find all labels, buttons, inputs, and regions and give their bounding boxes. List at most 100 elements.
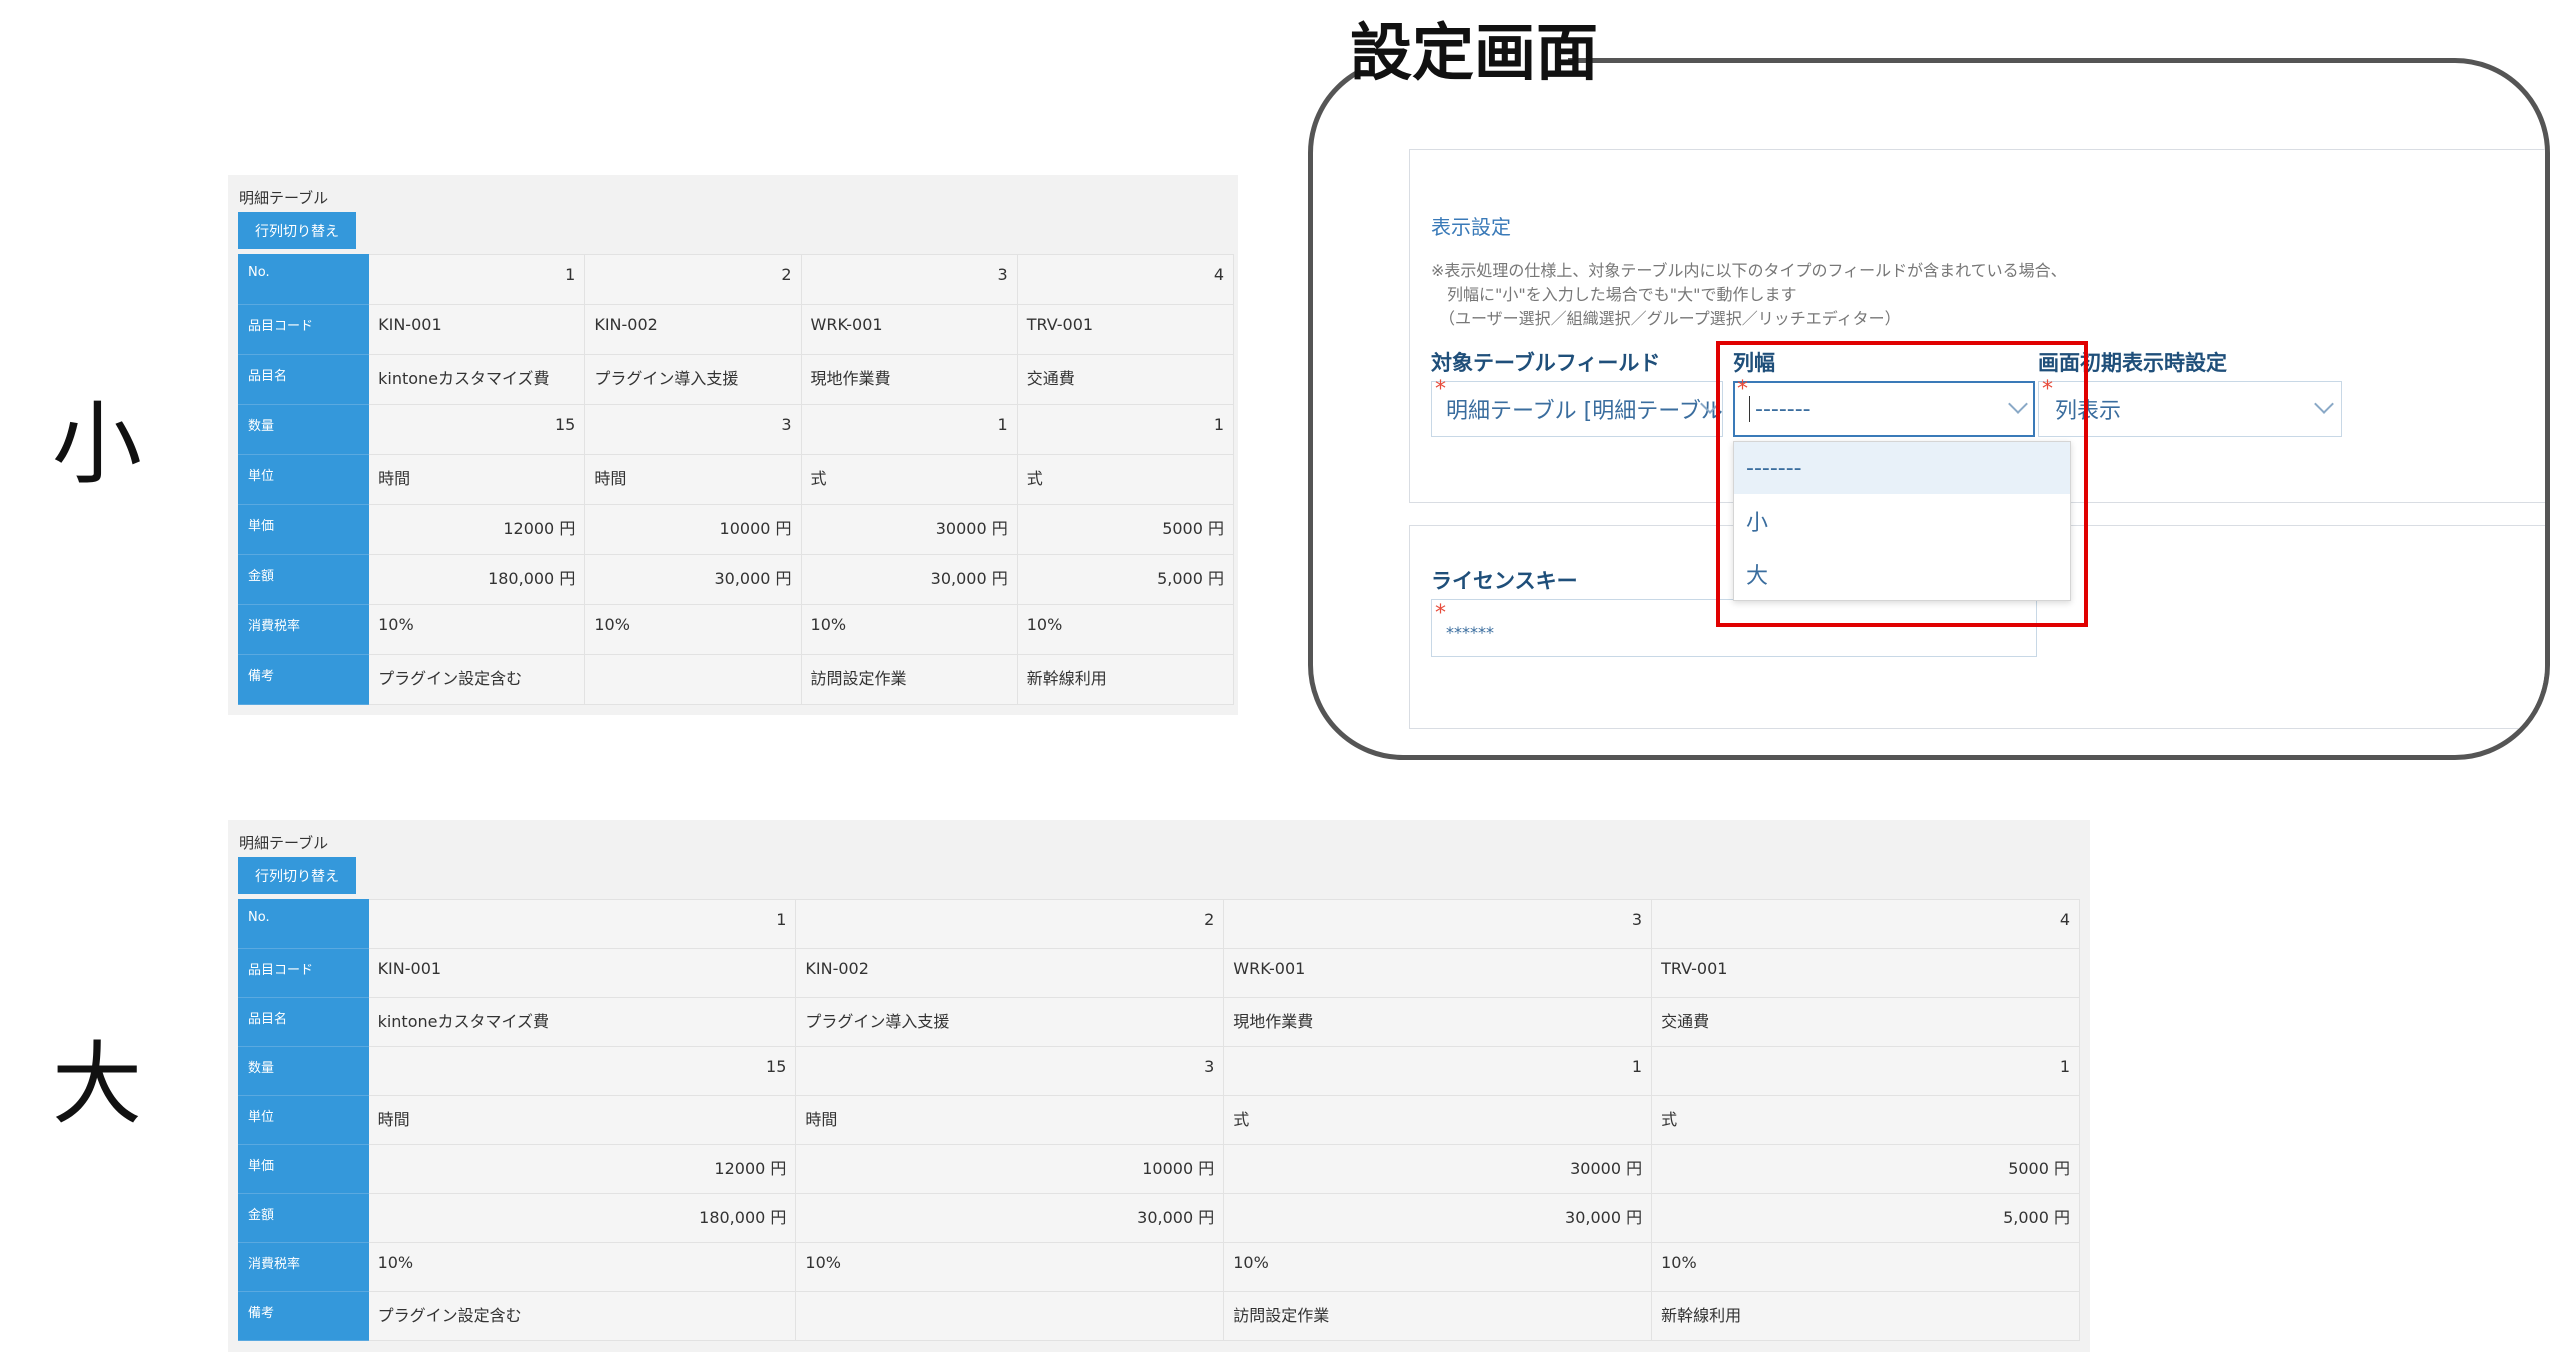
table-cell[interactable]: 1 — [1223, 1046, 1653, 1096]
row-column-toggle-button[interactable]: 行列切り替え — [238, 857, 356, 894]
table-cell[interactable]: 180,000 円 — [367, 1193, 797, 1243]
row-header: 単位 — [237, 454, 370, 505]
table-cell[interactable]: KIN-001 — [368, 304, 586, 355]
table-cell[interactable]: 訪問設定作業 — [1223, 1291, 1653, 1341]
table-row: 品目コード KIN-001 KIN-002 WRK-001 TRV-001 — [238, 948, 2080, 998]
table-cell[interactable]: 30,000 円 — [584, 554, 802, 605]
table-row: 数量 15 3 1 1 — [237, 404, 1235, 455]
table-cell[interactable]: 15 — [367, 1046, 797, 1096]
table-cell[interactable]: プラグイン導入支援 — [584, 354, 802, 405]
table-cell[interactable]: 2 — [584, 254, 802, 305]
table-cell[interactable]: プラグイン導入支援 — [795, 997, 1225, 1047]
table-cell[interactable]: 15 — [368, 404, 586, 455]
table-cell[interactable]: 3 — [584, 404, 802, 455]
table-cell[interactable]: 3 — [1223, 899, 1653, 949]
table-cell[interactable]: 30000 円 — [1223, 1144, 1653, 1194]
row-header: 数量 — [238, 1046, 369, 1096]
table-row: 金額 180,000 円 30,000 円 30,000 円 5,000 円 — [238, 1193, 2080, 1243]
table-cell[interactable]: 30,000 円 — [1223, 1193, 1653, 1243]
row-header: 単価 — [237, 504, 370, 555]
table-label: 明細テーブル — [239, 834, 329, 852]
table-label: 明細テーブル — [239, 189, 329, 207]
table-cell[interactable]: 新幹線利用 — [1016, 654, 1235, 705]
row-header: 数量 — [237, 404, 370, 455]
table-cell[interactable]: 5,000 円 — [1651, 1193, 2080, 1243]
table-cell[interactable]: 現地作業費 — [1223, 997, 1653, 1047]
table-cell[interactable]: 4 — [1651, 899, 2080, 949]
table-cell[interactable]: 1 — [368, 254, 586, 305]
table-cell[interactable]: 交通費 — [1651, 997, 2080, 1047]
table-cell[interactable]: 現地作業費 — [800, 354, 1018, 405]
table-cell[interactable]: 12000 円 — [368, 504, 586, 555]
highlight-box — [1716, 341, 2088, 627]
table-row: 単位 時間 時間式式 — [237, 454, 1235, 505]
table-cell[interactable]: KIN-002 — [795, 948, 1225, 998]
table-row: 単価 12000 円 10000 円 30000 円 5000 円 — [238, 1144, 2080, 1194]
table-cell[interactable]: kintoneカスタマイズ費 — [368, 354, 586, 405]
row-header: No. — [238, 899, 369, 949]
table-cell[interactable]: 10% — [368, 604, 586, 655]
table-cell[interactable] — [584, 654, 802, 705]
table-cell[interactable]: 訪問設定作業 — [800, 654, 1018, 705]
table-cell[interactable]: 10% — [584, 604, 802, 655]
target-field-select[interactable]: 明細テーブル [明細テーブル] — [1431, 381, 1723, 437]
table-cell[interactable]: 1 — [367, 899, 797, 949]
table-cell[interactable]: プラグイン設定含む — [368, 654, 586, 705]
table-cell[interactable]: 時間 — [795, 1095, 1225, 1145]
table-row: 消費税率 10% 10% 10% 10% — [237, 604, 1235, 655]
table-cell[interactable]: KIN-002 — [584, 304, 802, 355]
table-cell[interactable]: 10% — [1651, 1242, 2080, 1292]
table-cell[interactable]: 10% — [1223, 1242, 1653, 1292]
table-cell[interactable]: 5000 円 — [1016, 504, 1235, 555]
table-cell[interactable]: プラグイン設定含む — [367, 1291, 797, 1341]
license-key-label: ライセンスキー — [1431, 569, 1578, 593]
table-cell[interactable]: 時間 — [367, 1095, 797, 1145]
table-cell[interactable]: WRK-001 — [800, 304, 1018, 355]
table-cell[interactable]: 5,000 円 — [1016, 554, 1235, 605]
table-row: 備考 プラグイン設定含む 訪問設定作業 新幹線利用 — [237, 654, 1235, 705]
table-cell[interactable]: KIN-001 — [367, 948, 797, 998]
table-cell[interactable]: TRV-001 — [1016, 304, 1235, 355]
table-cell[interactable]: 式 — [1223, 1095, 1653, 1145]
table-cell[interactable]: 1 — [1016, 404, 1235, 455]
table-cell[interactable]: 30,000 円 — [800, 554, 1018, 605]
table-cell[interactable]: 30,000 円 — [795, 1193, 1225, 1243]
table-cell[interactable]: 10% — [1016, 604, 1235, 655]
row-header: 備考 — [237, 654, 370, 705]
detail-table: No. 1 2 3 4 品目コード KIN-001 KIN-002 WRK-001 TRV-001… — [237, 254, 1235, 705]
row-column-toggle-button[interactable]: 行列切り替え — [238, 212, 356, 249]
table-row: No. 1 2 3 4 — [238, 899, 2080, 949]
table-cell[interactable]: 10% — [800, 604, 1018, 655]
table-cell[interactable]: 1 — [1651, 1046, 2080, 1096]
table-cell[interactable]: 3 — [800, 254, 1018, 305]
table-cell[interactable]: 10000 円 — [795, 1144, 1225, 1194]
note-line-1: ※表示処理の仕様上、対象テーブル内に以下のタイプのフィールドが含まれている場合、 — [1431, 261, 2067, 280]
table-cell[interactable]: 式 — [1651, 1095, 2080, 1145]
note-line-2: 列幅に"小"を入力した場合でも"大"で動作します — [1431, 285, 1797, 304]
table-cell[interactable]: 式 — [1016, 454, 1235, 505]
table-cell[interactable]: 180,000 円 — [368, 554, 586, 605]
detail-table: No. 1 2 3 4 品目コード KIN-001 KIN-002 WRK-001 TRV-001… — [238, 899, 2080, 1341]
table-cell[interactable]: 2 — [795, 899, 1225, 949]
table-cell[interactable] — [795, 1291, 1225, 1341]
table-cell[interactable]: 12000 円 — [367, 1144, 797, 1194]
large-label: 大 — [52, 1032, 142, 1137]
table-cell[interactable]: 10% — [367, 1242, 797, 1292]
small-label: 小 — [52, 392, 142, 497]
table-row: 備考 プラグイン設定含む 訪問設定作業 新幹線利用 — [238, 1291, 2080, 1341]
table-cell[interactable]: 時間 — [584, 454, 802, 505]
table-cell[interactable]: 新幹線利用 — [1651, 1291, 2080, 1341]
table-cell[interactable]: kintoneカスタマイズ費 — [367, 997, 797, 1047]
table-cell[interactable]: 30000 円 — [800, 504, 1018, 555]
table-cell[interactable]: 交通費 — [1016, 354, 1235, 405]
table-cell[interactable]: WRK-001 — [1223, 948, 1653, 998]
table-cell[interactable]: 10% — [795, 1242, 1225, 1292]
table-cell[interactable]: 4 — [1016, 254, 1235, 305]
table-cell[interactable]: 10000 円 — [584, 504, 802, 555]
table-cell[interactable]: 5000 円 — [1651, 1144, 2080, 1194]
table-cell[interactable]: TRV-001 — [1651, 948, 2080, 998]
table-cell[interactable]: 式 — [800, 454, 1018, 505]
table-cell[interactable]: 3 — [795, 1046, 1225, 1096]
table-cell[interactable]: 時間 — [368, 454, 586, 505]
table-cell[interactable]: 1 — [800, 404, 1018, 455]
